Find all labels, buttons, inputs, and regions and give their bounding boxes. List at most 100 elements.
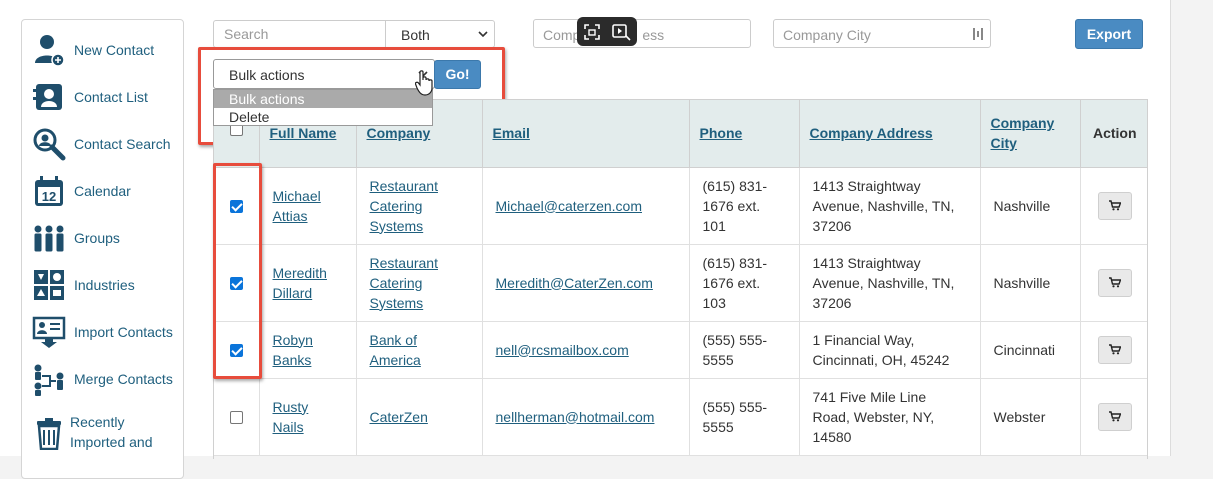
row-checkbox[interactable]	[229, 411, 243, 425]
sidebar-item-contact-list[interactable]: Contact List	[22, 75, 183, 119]
screen-select-icon	[584, 24, 600, 40]
phone-cell: (615) 831- 1676 ext. 103	[689, 244, 800, 322]
table-row: Rusty Nails CaterZen nellherman@hotmail.c…	[214, 378, 1147, 456]
column-header-email[interactable]: Email	[482, 100, 690, 168]
email-link[interactable]: nellherman@hotmail.com	[496, 409, 655, 425]
contact-name-link[interactable]: Meredith Dillard	[273, 265, 327, 301]
cart-button[interactable]	[1097, 268, 1132, 297]
sidebar-item-recently-imported[interactable]: Recently Imported and	[22, 408, 183, 458]
search-placeholder: Search	[224, 26, 269, 42]
company-cell: Restaurant Catering Systems	[356, 167, 483, 245]
bulk-actions-dropdown: Bulk actions Delete	[213, 89, 433, 126]
sidebar-item-label-line2: Imported and	[70, 434, 153, 450]
action-cell	[1080, 378, 1147, 456]
import-contacts-icon	[32, 316, 66, 348]
right-gutter	[1170, 0, 1213, 456]
sidebar-item-new-contact[interactable]: New Contact	[22, 28, 183, 72]
email-cell: Michael@caterzen.com	[482, 167, 690, 245]
company-address-placeholder: Comp	[543, 27, 581, 43]
sidebar-item-merge-contacts[interactable]: Merge Contacts	[22, 357, 183, 401]
cart-icon	[1108, 200, 1122, 211]
company-link[interactable]: Restaurant Catering Systems	[370, 178, 438, 234]
cart-icon	[1108, 411, 1122, 422]
column-header-company-address[interactable]: Company Address	[799, 100, 981, 168]
contact-name-link[interactable]: Rusty Nails	[273, 399, 309, 435]
full-name-cell: Michael Attias	[259, 167, 357, 245]
sort-link[interactable]: Full Name	[270, 125, 337, 141]
company-link[interactable]: Restaurant Catering Systems	[370, 255, 438, 311]
column-header-company-city[interactable]: Company City	[980, 100, 1081, 168]
export-button[interactable]: Export	[1075, 19, 1143, 49]
chevron-down-icon	[478, 31, 488, 38]
cart-icon	[1108, 344, 1122, 355]
cart-icon	[1108, 277, 1122, 288]
address-cell: 741 Five Mile Line Road, Webster, NY, 1458…	[799, 378, 981, 456]
cart-button[interactable]	[1097, 191, 1132, 220]
city-cell: Cincinnati	[980, 321, 1081, 379]
full-name-cell: Robyn Banks	[259, 321, 357, 379]
table-row: Meredith Dillard Restaurant Catering System…	[214, 244, 1147, 322]
email-cell: nell@rcsmailbox.com	[482, 321, 690, 379]
column-header-phone[interactable]: Phone	[689, 100, 800, 168]
city-cell: Nashville	[980, 167, 1081, 245]
company-cell: CaterZen	[356, 378, 483, 456]
email-cell: Meredith@CaterZen.com	[482, 244, 690, 322]
sidebar-item-label: Groups	[74, 230, 120, 246]
sort-link[interactable]: Company Address	[810, 125, 933, 141]
sidebar-item-label: Merge Contacts	[74, 371, 173, 387]
password-manager-icon[interactable]	[972, 27, 984, 41]
row-select-cell	[214, 378, 260, 456]
email-link[interactable]: Meredith@CaterZen.com	[496, 275, 653, 291]
sidebar-item-industries[interactable]: Industries	[22, 263, 183, 307]
table-row: Michael Attias Restaurant Catering Systems …	[214, 167, 1147, 245]
dropdown-option-bulk-actions[interactable]: Bulk actions	[214, 90, 432, 108]
calendar-icon: 12	[35, 176, 63, 206]
city-cell: Webster	[980, 378, 1081, 456]
sort-link[interactable]: Company	[367, 125, 431, 141]
company-cell: Restaurant Catering Systems	[356, 244, 483, 322]
sidebar-item-label: Contact List	[74, 89, 148, 105]
address-cell: 1413 Straightway Avenue, Nashville, TN, 37…	[799, 244, 981, 322]
checkbox-column-highlight	[213, 163, 262, 379]
company-city-placeholder: Company City	[783, 27, 871, 43]
email-link[interactable]: nell@rcsmailbox.com	[496, 342, 629, 358]
search-scope-value: Both	[401, 27, 430, 43]
address-cell: 1 Financial Way, Cincinnati, OH, 45242	[799, 321, 981, 379]
phone-cell: (555) 555- 5555	[689, 321, 800, 379]
contact-list-icon	[33, 84, 62, 110]
merge-contacts-icon	[34, 364, 64, 396]
search-input[interactable]: Search	[213, 20, 386, 48]
search-scope-select[interactable]: Both	[385, 20, 495, 48]
action-cell	[1080, 244, 1147, 322]
sort-link[interactable]: Company City	[991, 115, 1055, 151]
contact-name-link[interactable]: Robyn Banks	[273, 332, 313, 368]
action-cell	[1080, 167, 1147, 245]
sidebar-item-label: Import Contacts	[74, 324, 173, 340]
phone-cell: (555) 555- 5555	[689, 378, 800, 456]
dropdown-option-delete[interactable]: Delete	[214, 108, 432, 126]
sort-link[interactable]: Phone	[700, 125, 743, 141]
company-cell: Bank of America	[356, 321, 483, 379]
full-name-cell: Rusty Nails	[259, 378, 357, 456]
new-contact-icon	[35, 35, 65, 67]
sidebar-item-label-line1: Recently	[70, 414, 125, 430]
sidebar-item-import-contacts[interactable]: Import Contacts	[22, 310, 183, 354]
company-link[interactable]: Bank of America	[370, 332, 421, 368]
sidebar-item-contact-search[interactable]: Contact Search	[22, 122, 183, 166]
company-city-input[interactable]: Company City	[773, 19, 991, 48]
company-link[interactable]: CaterZen	[370, 409, 428, 425]
sort-link[interactable]: Email	[493, 125, 530, 141]
screen-capture-overlay[interactable]	[577, 17, 637, 46]
sidebar-item-groups[interactable]: Groups	[22, 216, 183, 260]
column-header-action: Action	[1080, 100, 1147, 168]
sidebar-menu: New Contact Contact List Contact Search …	[21, 19, 184, 479]
company-address-input[interactable]: Comp ess	[533, 19, 751, 48]
industries-icon	[34, 270, 64, 300]
cart-button[interactable]	[1097, 402, 1132, 431]
email-link[interactable]: Michael@caterzen.com	[496, 198, 643, 214]
contact-name-link[interactable]: Michael Attias	[273, 188, 321, 224]
cart-button[interactable]	[1097, 335, 1132, 364]
sidebar-item-calendar[interactable]: 12 Calendar	[22, 169, 183, 213]
table-row: Robyn Banks Bank of America nell@rcsmailbo…	[214, 321, 1147, 379]
full-name-cell: Meredith Dillard	[259, 244, 357, 322]
